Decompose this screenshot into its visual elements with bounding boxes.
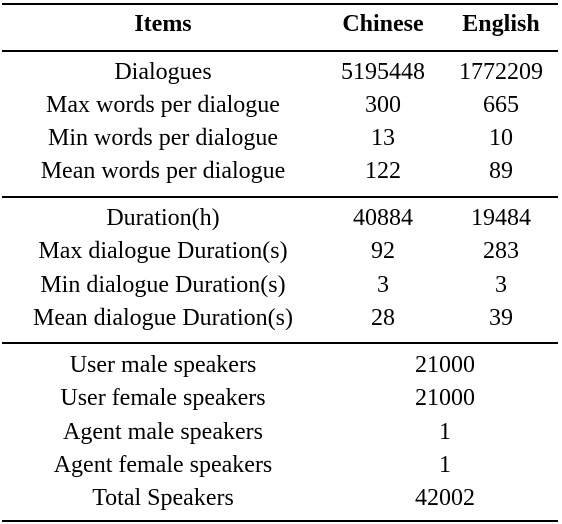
table-row: Agent female speakers 1	[0, 449, 562, 482]
chinese-value: 40884	[353, 205, 413, 231]
row-label: Agent female speakers	[53, 452, 273, 478]
english-value: 10	[489, 125, 513, 151]
chinese-value: 300	[365, 92, 401, 118]
row-label: Dialogues	[114, 59, 212, 85]
english-value: 1772209	[459, 59, 543, 85]
english-value: 3	[495, 272, 507, 298]
header-chinese: Chinese	[342, 11, 424, 37]
table-row: Total Speakers 42002	[0, 482, 562, 515]
shared-value: 21000	[415, 385, 475, 411]
row-label: Min words per dialogue	[48, 125, 278, 151]
top-rule	[2, 3, 558, 5]
row-label: Agent male speakers	[63, 419, 263, 445]
english-value: 89	[489, 158, 513, 184]
chinese-value: 13	[371, 125, 395, 151]
table-row: Mean words per dialogue 122 89	[0, 155, 562, 188]
row-label: User male speakers	[69, 352, 257, 378]
table-row: Min dialogue Duration(s) 3 3	[0, 269, 562, 302]
shared-value: 1	[439, 419, 451, 445]
row-label: Mean words per dialogue	[40, 158, 286, 184]
section-rule	[2, 196, 558, 198]
chinese-value: 92	[371, 238, 395, 264]
bottom-rule	[2, 520, 558, 522]
table-row: User female speakers 21000	[0, 382, 562, 415]
table-row: Dialogues 5195448 1772209	[0, 56, 562, 89]
english-value: 19484	[471, 205, 531, 231]
shared-value: 42002	[415, 485, 475, 511]
shared-value: 1	[439, 452, 451, 478]
table-row: Max words per dialogue 300 665	[0, 89, 562, 122]
row-label: Duration(h)	[106, 205, 220, 231]
english-value: 39	[489, 305, 513, 331]
table-row: User male speakers 21000	[0, 349, 562, 382]
table-row: Min words per dialogue 13 10	[0, 122, 562, 155]
chinese-value: 122	[365, 158, 401, 184]
row-label: Min dialogue Duration(s)	[40, 272, 286, 298]
header-english: English	[462, 11, 540, 37]
table-row: Max dialogue Duration(s) 92 283	[0, 235, 562, 268]
header-row: Items Chinese English	[0, 8, 562, 41]
row-label: Mean dialogue Duration(s)	[33, 305, 293, 331]
section-rule	[2, 342, 558, 344]
table-row: Agent male speakers 1	[0, 416, 562, 449]
table-row: Mean dialogue Duration(s) 28 39	[0, 302, 562, 335]
table-row: Duration(h) 40884 19484	[0, 202, 562, 235]
header-rule	[2, 50, 558, 52]
header-items: Items	[134, 11, 192, 37]
row-label: Max words per dialogue	[46, 92, 280, 118]
row-label: User female speakers	[60, 385, 266, 411]
shared-value: 21000	[415, 352, 475, 378]
chinese-value: 28	[371, 305, 395, 331]
english-value: 283	[483, 238, 519, 264]
english-value: 665	[483, 92, 519, 118]
row-label: Total Speakers	[92, 485, 234, 511]
chinese-value: 3	[377, 272, 389, 298]
row-label: Max dialogue Duration(s)	[38, 238, 288, 264]
chinese-value: 5195448	[341, 59, 425, 85]
